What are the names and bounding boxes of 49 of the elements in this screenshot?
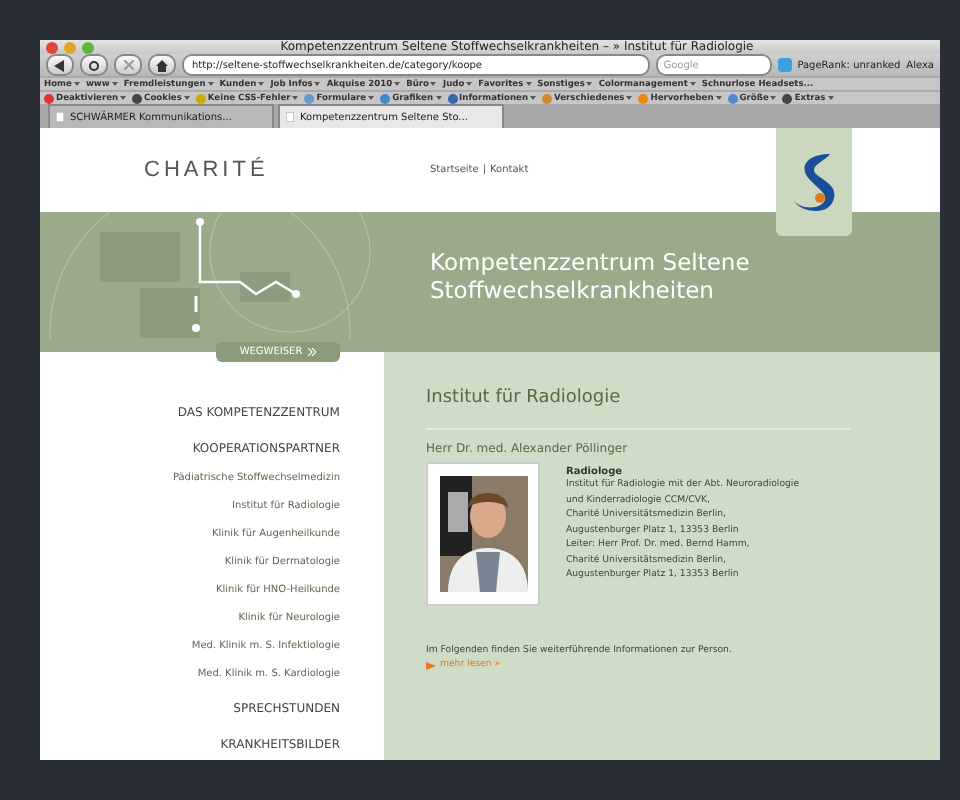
caret-icon [368, 96, 375, 100]
arrow-icon [426, 661, 436, 669]
caret-icon [183, 96, 190, 100]
toolbar-icon [304, 93, 315, 103]
toolbar-icon [380, 93, 391, 103]
caret-icon [715, 96, 722, 100]
caret-icon [689, 82, 696, 86]
banner-title: Kompetenzzentrum Seltene [430, 248, 750, 276]
reload-icon [88, 59, 100, 71]
s-logo [776, 128, 852, 236]
page-icon [56, 112, 64, 122]
toolbar-icon [782, 93, 793, 103]
home-icon [156, 59, 168, 71]
caret-icon [430, 82, 437, 86]
stop-icon [123, 60, 133, 70]
charite-logo: CHARITÉ [142, 158, 271, 182]
caret-icon [530, 96, 537, 100]
minimize-button[interactable] [64, 41, 76, 53]
back-button[interactable] [46, 54, 74, 76]
caret-icon [435, 96, 442, 100]
caret-icon [770, 96, 777, 100]
caret-icon [258, 82, 265, 86]
page-heading: Institut für Radiologie [426, 388, 623, 408]
double-chevron-icon [308, 348, 317, 356]
home-button[interactable] [148, 54, 176, 76]
caret-icon [120, 96, 127, 100]
caret-icon [292, 96, 299, 100]
caret-icon [111, 82, 118, 86]
caret-icon [207, 82, 214, 86]
toolbar-icon [44, 93, 54, 103]
toolbar-icon [195, 93, 206, 103]
caret-icon [394, 82, 401, 86]
toolbar-icon [638, 93, 649, 103]
banner-title: Stoffwechselkrankheiten [430, 276, 716, 304]
toolbar-icon [447, 93, 458, 103]
caret-icon [73, 82, 80, 86]
caret-icon [466, 82, 473, 86]
close-button[interactable] [46, 41, 58, 53]
zoom-button[interactable] [82, 41, 94, 53]
reload-button[interactable] [80, 54, 108, 76]
toolbar-icon [132, 93, 143, 103]
back-arrow-icon [54, 59, 66, 71]
toolbar-icon [542, 93, 553, 103]
caret-icon [525, 82, 532, 86]
caret-icon [314, 82, 321, 86]
caret-icon [827, 96, 834, 100]
caret-icon [626, 96, 633, 100]
caret-icon [586, 82, 593, 86]
toolbar-icon [727, 93, 738, 103]
